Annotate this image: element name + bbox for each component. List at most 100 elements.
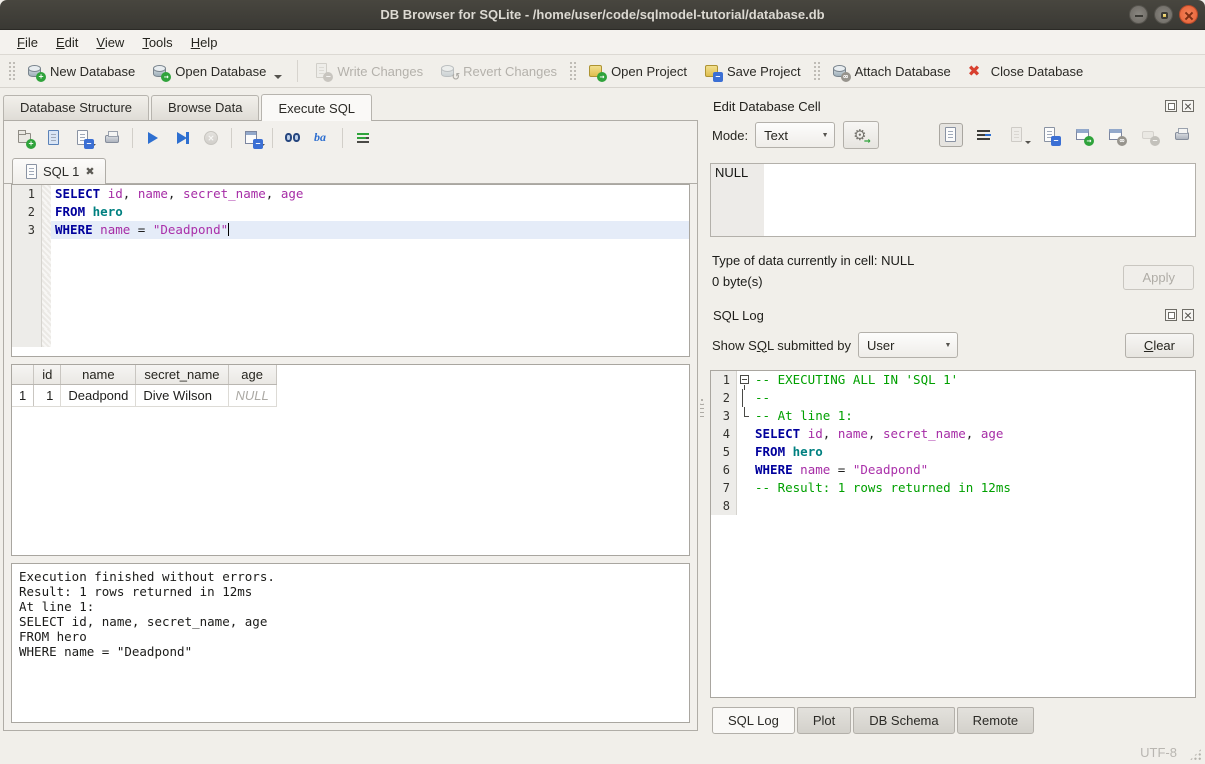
table-cell[interactable]: 1 bbox=[34, 385, 61, 407]
sql-log-view[interactable]: 1-- EXECUTING ALL IN 'SQL 1'2--3-- At li… bbox=[710, 370, 1196, 698]
save-project-button[interactable]: −Save Project bbox=[695, 58, 809, 84]
dock-splitter[interactable] bbox=[710, 292, 1196, 302]
code-text bbox=[51, 239, 689, 257]
log-filter-select[interactable]: User ▼ bbox=[858, 332, 958, 358]
apply-cell-button[interactable]: ⚙→ bbox=[843, 121, 879, 149]
mode-select[interactable]: Text ▼ bbox=[755, 122, 835, 148]
open-database-button[interactable]: →Open Database bbox=[143, 58, 290, 84]
open-project-label: Open Project bbox=[611, 64, 687, 79]
new-sql-tab-button[interactable]: + bbox=[14, 127, 36, 149]
fold-margin[interactable] bbox=[737, 371, 751, 389]
sql-editor[interactable]: 1SELECT id, name, secret_name, age2FROM … bbox=[11, 184, 690, 357]
print-cell-button[interactable] bbox=[1170, 123, 1194, 147]
menu-file[interactable]: File bbox=[8, 33, 47, 52]
column-header-name[interactable]: name bbox=[61, 365, 136, 385]
statusbar: UTF-8 bbox=[0, 740, 1205, 764]
code-text: -- bbox=[751, 389, 1195, 407]
format-sql-button[interactable] bbox=[352, 127, 374, 149]
resize-grip[interactable] bbox=[1189, 748, 1202, 761]
code-line bbox=[12, 329, 689, 347]
toolbar-separator bbox=[297, 60, 298, 82]
open-sql-file-button[interactable] bbox=[43, 127, 65, 149]
toolbar-handle[interactable] bbox=[568, 60, 576, 82]
fold-margin bbox=[42, 257, 51, 275]
text-mode-button[interactable] bbox=[939, 123, 963, 147]
tab-execute-sql[interactable]: Execute SQL bbox=[261, 94, 372, 121]
sql-editor-tab[interactable]: SQL 1 ✖ bbox=[12, 158, 106, 184]
close-dock-icon[interactable] bbox=[1182, 100, 1194, 112]
attach-database-label: Attach Database bbox=[855, 64, 951, 79]
fold-collapse-icon[interactable] bbox=[740, 375, 749, 384]
close-database-button[interactable]: ✖Close Database bbox=[959, 58, 1092, 84]
tab-remote[interactable]: Remote bbox=[957, 707, 1035, 734]
stop-execution-button[interactable]: ✕ bbox=[200, 127, 222, 149]
execute-current-line-button[interactable] bbox=[171, 127, 193, 149]
execute-all-button[interactable] bbox=[142, 127, 164, 149]
menu-edit[interactable]: Edit bbox=[47, 33, 87, 52]
cell-value-editor[interactable]: NULL bbox=[710, 163, 1196, 237]
maximize-icon[interactable] bbox=[1154, 5, 1173, 24]
fold-margin[interactable] bbox=[737, 389, 751, 407]
save-results-button[interactable]: − bbox=[241, 127, 263, 149]
fold-margin bbox=[42, 185, 51, 203]
clear-log-button[interactable]: Clear bbox=[1125, 333, 1194, 358]
toolbar-handle[interactable] bbox=[812, 60, 820, 82]
close-sql-tab-icon[interactable]: ✖ bbox=[85, 166, 94, 177]
minimize-icon[interactable] bbox=[1129, 5, 1148, 24]
column-header-secret_name[interactable]: secret_name bbox=[136, 365, 228, 385]
menu-help[interactable]: Help bbox=[182, 33, 227, 52]
open-project-button[interactable]: →Open Project bbox=[579, 58, 695, 84]
code-text: SELECT id, name, secret_name, age bbox=[51, 185, 689, 203]
code-line bbox=[12, 275, 689, 293]
fold-margin[interactable] bbox=[737, 407, 751, 425]
import-data-button[interactable] bbox=[1005, 123, 1029, 147]
save-sql-file-button[interactable]: − bbox=[72, 127, 94, 149]
column-header-age[interactable]: age bbox=[228, 365, 276, 385]
table-cell[interactable]: Deadpond bbox=[61, 385, 136, 407]
open-in-external-button[interactable]: → bbox=[1071, 123, 1095, 147]
close-icon[interactable] bbox=[1179, 5, 1198, 24]
set-null-button[interactable]: − bbox=[1137, 123, 1161, 147]
find-button[interactable] bbox=[282, 127, 304, 149]
menu-view[interactable]: View bbox=[87, 33, 133, 52]
tab-database-structure[interactable]: Database Structure bbox=[3, 95, 149, 120]
new-database-button[interactable]: +New Database bbox=[18, 58, 143, 84]
attach-database-button[interactable]: ∞Attach Database bbox=[823, 58, 959, 84]
find-replace-button[interactable]: ba bbox=[311, 127, 333, 149]
execution-message: Execution finished without errors. Resul… bbox=[11, 563, 690, 723]
word-wrap-button[interactable] bbox=[972, 123, 996, 147]
close-dock-icon[interactable] bbox=[1182, 309, 1194, 321]
close-database-icon: ✖ bbox=[967, 62, 985, 80]
toolbar-handle[interactable] bbox=[7, 60, 15, 82]
dropdown-caret-icon[interactable] bbox=[1025, 141, 1031, 144]
table-cell[interactable]: Dive Wilson bbox=[136, 385, 228, 407]
tab-db-schema[interactable]: DB Schema bbox=[853, 707, 954, 734]
tab-plot[interactable]: Plot bbox=[797, 707, 851, 734]
dropdown-caret-icon[interactable] bbox=[274, 75, 282, 79]
tab-browse-data[interactable]: Browse Data bbox=[151, 95, 259, 120]
code-line: 2FROM hero bbox=[12, 203, 689, 221]
encoding-indicator: UTF-8 bbox=[1140, 745, 1177, 760]
window-controls bbox=[1129, 5, 1198, 24]
editor-results-splitter[interactable] bbox=[4, 357, 697, 364]
float-dock-icon[interactable] bbox=[1165, 100, 1177, 112]
log-controls: Show SQL submitted by User ▼ Clear bbox=[710, 328, 1196, 362]
titlebar[interactable]: DB Browser for SQLite - /home/user/code/… bbox=[0, 0, 1205, 30]
code-text bbox=[51, 329, 689, 347]
apply-button[interactable]: Apply bbox=[1123, 265, 1194, 290]
table-row[interactable]: 11DeadpondDive WilsonNULL bbox=[12, 385, 276, 407]
write-changes-button[interactable]: −Write Changes bbox=[305, 58, 431, 84]
copy-url-button[interactable]: ∞ bbox=[1104, 123, 1128, 147]
column-header-id[interactable]: id bbox=[34, 365, 61, 385]
tab-sql-log[interactable]: SQL Log bbox=[712, 707, 795, 734]
table-cell[interactable]: NULL bbox=[228, 385, 276, 407]
export-data-button[interactable]: − bbox=[1038, 123, 1062, 147]
results-grid[interactable]: idnamesecret_nameage11DeadpondDive Wilso… bbox=[11, 364, 690, 556]
revert-changes-button[interactable]: ↺Revert Changes bbox=[431, 58, 565, 84]
menu-tools[interactable]: Tools bbox=[133, 33, 181, 52]
panel-splitter[interactable] bbox=[698, 88, 706, 740]
float-dock-icon[interactable] bbox=[1165, 309, 1177, 321]
results-message-splitter[interactable] bbox=[4, 556, 697, 563]
line-number: 4 bbox=[711, 425, 737, 443]
print-sql-button[interactable] bbox=[101, 127, 123, 149]
